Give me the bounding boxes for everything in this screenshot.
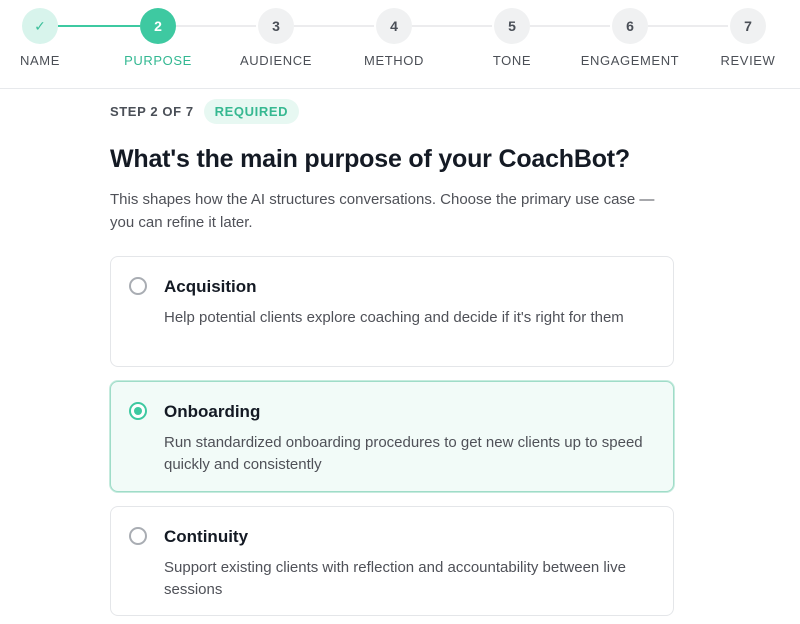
step-label: NAME bbox=[20, 53, 60, 68]
option-continuity[interactable]: Continuity Support existing clients with… bbox=[110, 506, 674, 616]
step-label: REVIEW bbox=[720, 53, 776, 68]
radio-button[interactable] bbox=[129, 277, 147, 295]
step-number: 7 bbox=[730, 8, 766, 44]
option-title: Acquisition bbox=[164, 277, 257, 296]
page-description: This shapes how the AI structures conver… bbox=[110, 191, 655, 231]
page-title: What's the main purpose of your CoachBot… bbox=[110, 145, 630, 173]
step-meta: STEP 2 OF 7 REQUIRED bbox=[110, 99, 678, 124]
step-audience[interactable]: 3 AUDIENCE bbox=[216, 8, 336, 68]
step-label: ENGAGEMENT bbox=[580, 53, 680, 68]
step-method[interactable]: 4 METHOD bbox=[334, 8, 454, 68]
option-title: Continuity bbox=[164, 527, 249, 546]
step-name[interactable]: ✓ NAME bbox=[0, 8, 100, 68]
step-number: 3 bbox=[258, 8, 294, 44]
step-content: STEP 2 OF 7 REQUIRED What's the main pur… bbox=[110, 99, 678, 234]
check-icon: ✓ bbox=[22, 8, 58, 44]
required-badge: REQUIRED bbox=[203, 99, 300, 124]
option-description: Help potential clients explore coaching … bbox=[164, 309, 624, 326]
step-tone[interactable]: 5 TONE bbox=[452, 8, 572, 68]
option-acquisition[interactable]: Acquisition Help potential clients explo… bbox=[110, 256, 674, 367]
step-engagement[interactable]: 6 ENGAGEMENT bbox=[570, 8, 690, 68]
radio-button-selected[interactable] bbox=[129, 402, 147, 420]
step-number: 4 bbox=[376, 8, 412, 44]
wizard-stepper: ✓ NAME 2 PURPOSE 3 AUDIENCE 4 METHOD 5 T… bbox=[0, 0, 800, 89]
step-number: 6 bbox=[612, 8, 648, 44]
option-title: Onboarding bbox=[164, 402, 261, 421]
step-label: PURPOSE bbox=[124, 53, 192, 68]
step-label: METHOD bbox=[364, 53, 424, 68]
option-onboarding[interactable]: Onboarding Run standardized onboarding p… bbox=[110, 381, 674, 492]
step-purpose[interactable]: 2 PURPOSE bbox=[98, 8, 218, 68]
step-number: 5 bbox=[494, 8, 530, 44]
option-description: Support existing clients with reflection… bbox=[164, 559, 626, 598]
radio-button[interactable] bbox=[129, 527, 147, 545]
step-review[interactable]: 7 REVIEW bbox=[688, 8, 800, 68]
step-label: AUDIENCE bbox=[240, 53, 312, 68]
option-description: Run standardized onboarding procedures t… bbox=[164, 434, 643, 473]
step-label: TONE bbox=[492, 53, 532, 68]
step-counter: STEP 2 OF 7 bbox=[110, 104, 194, 119]
step-number: 2 bbox=[140, 8, 176, 44]
